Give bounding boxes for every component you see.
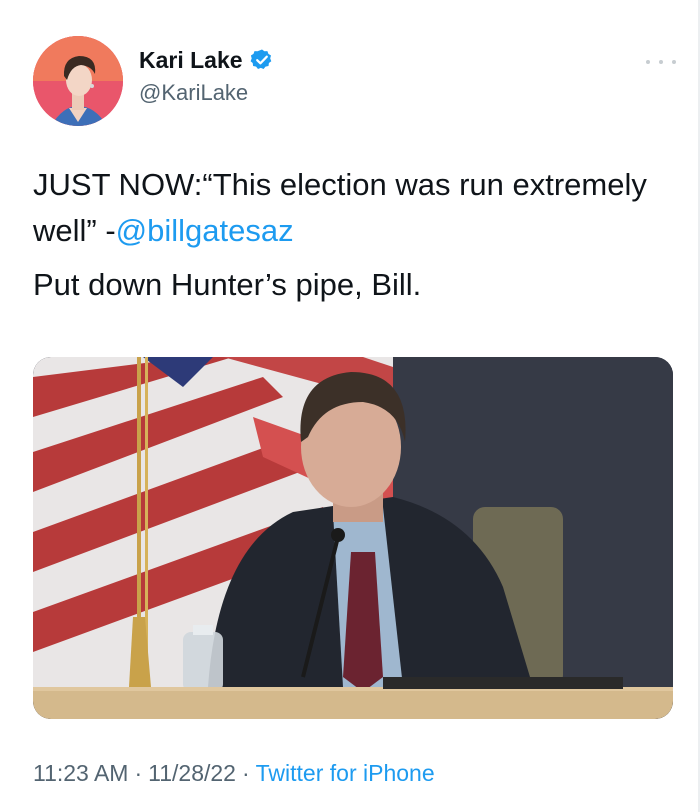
handle[interactable]: @KariLake <box>139 80 274 106</box>
verified-badge-icon <box>250 48 274 72</box>
tweet-text-line-1: JUST NOW:“This election was run extremel… <box>33 162 673 254</box>
dot <box>659 60 663 64</box>
avatar-image <box>33 36 123 126</box>
display-name[interactable]: Kari Lake <box>139 47 243 74</box>
tweet-source-link[interactable]: Twitter for iPhone <box>256 760 435 787</box>
meta-separator: · <box>134 760 143 786</box>
dot <box>672 60 676 64</box>
dot <box>646 60 650 64</box>
photo-icon <box>33 357 673 719</box>
meta-separator: · <box>241 760 250 786</box>
tweet-time[interactable]: 11:23 AM <box>33 760 128 787</box>
tweet-text-line-2: Put down Hunter’s pipe, Bill. <box>33 267 422 302</box>
more-options-icon[interactable] <box>646 52 676 72</box>
tweet-meta: 11:23 AM · 11/28/22 · Twitter for iPhone <box>33 760 435 787</box>
author-info: Kari Lake @KariLake <box>139 44 274 106</box>
tweet-date[interactable]: 11/28/22 <box>148 760 236 787</box>
name-row: Kari Lake <box>139 44 274 76</box>
tweet-text: JUST NOW:“This election was run extremel… <box>33 162 673 308</box>
tweet-container: Kari Lake @KariLake JUST NOW:“This elect… <box>0 0 700 812</box>
avatar[interactable] <box>33 36 123 126</box>
mention-link[interactable]: @billgatesaz <box>116 213 294 248</box>
tweet-photo[interactable] <box>33 357 673 719</box>
